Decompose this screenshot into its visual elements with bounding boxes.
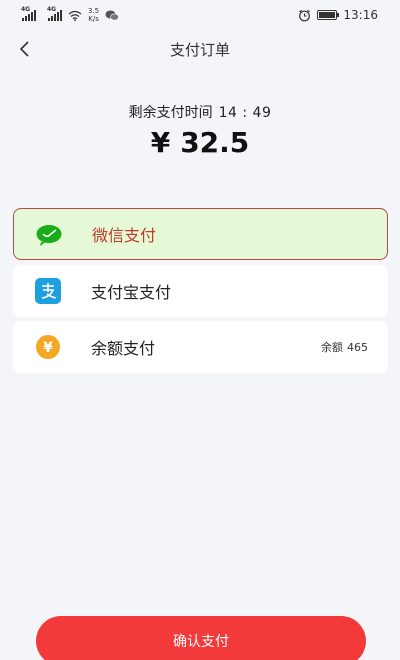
method-label: 余额支付 xyxy=(91,339,156,358)
signal-icon-2: 4G xyxy=(47,6,62,21)
timer-value: 14 : 49 xyxy=(218,105,272,121)
payment-amount: ¥32.5 xyxy=(0,126,400,159)
balance-label: 余额 xyxy=(321,341,343,354)
amount-value: 32.5 xyxy=(180,126,250,159)
method-label: 微信支付 xyxy=(92,226,157,245)
timer-label: 剩余支付时间 xyxy=(128,105,213,121)
net-speed: 3.5 K/s xyxy=(88,7,99,23)
wifi-icon xyxy=(68,10,82,21)
net-speed-value: 3.5 xyxy=(88,7,100,15)
svg-text:¥: ¥ xyxy=(43,340,53,356)
status-time: 13:16 xyxy=(343,8,378,22)
status-left: 4G 4G 3.5 K/s xyxy=(21,6,119,23)
balance-info: 余额 465 xyxy=(321,339,368,355)
signal-icon: 4G xyxy=(21,6,36,21)
status-right: 13:16 xyxy=(298,8,378,22)
back-arrow-icon[interactable] xyxy=(16,39,36,59)
alarm-icon xyxy=(299,9,311,21)
payment-timer: 剩余支付时间 14 : 49 xyxy=(0,102,400,122)
alipay-icon xyxy=(35,278,61,304)
balance-value: 465 xyxy=(347,341,368,354)
payment-method-balance[interactable]: ¥ 余额支付 余额 465 xyxy=(13,321,388,373)
battery-icon xyxy=(317,10,340,20)
method-label: 支付宝支付 xyxy=(91,283,172,302)
payment-method-alipay[interactable]: 支付宝支付 xyxy=(13,265,388,317)
net-speed-unit: K/s xyxy=(88,15,99,23)
nav-bar: 支付订单 xyxy=(0,30,400,68)
network-type-label-2: 4G xyxy=(47,5,57,13)
wechat-icon xyxy=(36,225,62,246)
status-bar: 4G 4G 3.5 K/s 13:16 xyxy=(0,0,400,30)
confirm-payment-button[interactable]: 确认支付 xyxy=(36,616,366,660)
payment-method-wechat[interactable]: 微信支付 xyxy=(13,208,388,260)
balance-yen-icon: ¥ xyxy=(36,335,60,359)
network-type-label: 4G xyxy=(21,5,31,13)
currency-symbol: ¥ xyxy=(150,126,171,159)
wechat-notification-icon xyxy=(105,10,119,21)
page-title: 支付订单 xyxy=(169,40,230,59)
